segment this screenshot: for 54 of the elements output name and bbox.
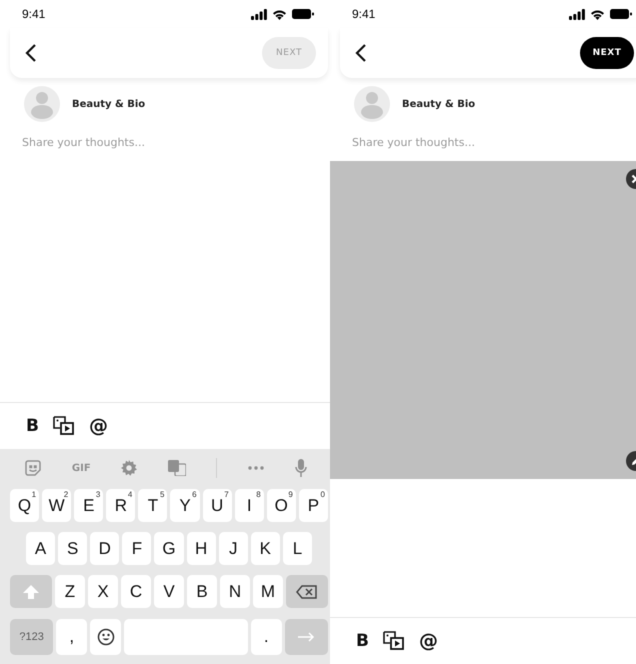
bold-button[interactable]: B	[356, 631, 369, 651]
keyboard-key[interactable]: J	[218, 532, 248, 565]
keyboard-key[interactable]: G	[154, 532, 184, 565]
back-icon[interactable]	[354, 43, 368, 63]
next-button[interactable]: NEXT	[580, 37, 634, 69]
battery-icon	[610, 9, 632, 19]
mention-button[interactable]: @	[88, 415, 108, 437]
backspace-icon	[296, 584, 318, 598]
post-input[interactable]: Share your thoughts...	[352, 136, 612, 149]
keyboard-key[interactable]: L	[282, 532, 312, 565]
keyboard-key[interactable]: C	[121, 575, 151, 608]
media-icon[interactable]	[382, 631, 405, 651]
author-name: Beauty & Bio	[72, 98, 146, 110]
post-input[interactable]: Share your thoughts...	[22, 136, 282, 149]
keyboard-key[interactable]: M	[253, 575, 283, 608]
keyboard-key[interactable]: ,	[56, 619, 88, 655]
backspace-key[interactable]	[286, 575, 328, 608]
keyboard-key[interactable]: N	[220, 575, 250, 608]
emoji-key[interactable]	[90, 619, 122, 655]
keyboard-key[interactable]: H	[186, 532, 216, 565]
translate-icon[interactable]	[168, 460, 186, 476]
keyboard-key[interactable]: F	[122, 532, 152, 565]
author-name: Beauty & Bio	[402, 98, 476, 110]
wifi-icon	[590, 8, 605, 20]
back-icon[interactable]	[24, 43, 38, 63]
sticker-icon[interactable]	[25, 460, 42, 476]
media-icon[interactable]	[52, 416, 75, 436]
wifi-icon	[272, 8, 287, 20]
symbols-key[interactable]: ?123	[10, 619, 54, 655]
keyboard-key[interactable]: Z	[55, 575, 85, 608]
keyboard-key[interactable]: K	[250, 532, 280, 565]
gear-icon[interactable]	[121, 460, 138, 476]
keyboard-key[interactable]: .	[250, 619, 282, 655]
shift-icon	[23, 584, 39, 598]
status-time: 9:41	[22, 7, 46, 21]
bold-button[interactable]: B	[26, 416, 39, 436]
microphone-icon[interactable]	[294, 459, 307, 477]
keyboard-key[interactable]: X	[88, 575, 118, 608]
battery-icon	[292, 9, 314, 19]
keyboard-key[interactable]: B	[187, 575, 217, 608]
smiley-icon	[96, 628, 115, 646]
status-time: 9:41	[352, 7, 376, 21]
arrow-right-icon	[297, 632, 316, 642]
keyboard-key[interactable]: I 8	[234, 489, 264, 522]
more-icon[interactable]	[248, 466, 264, 470]
keyboard-key[interactable]: S	[58, 532, 88, 565]
keyboard-key[interactable]: V	[154, 575, 184, 608]
signal-icon	[251, 8, 267, 20]
signal-icon	[569, 8, 585, 20]
avatar-icon	[354, 86, 390, 122]
avatar-icon	[24, 86, 60, 122]
keyboard-key[interactable]: D	[90, 532, 120, 565]
keyboard-key[interactable]: A	[26, 532, 56, 565]
mention-button[interactable]: @	[418, 630, 438, 652]
